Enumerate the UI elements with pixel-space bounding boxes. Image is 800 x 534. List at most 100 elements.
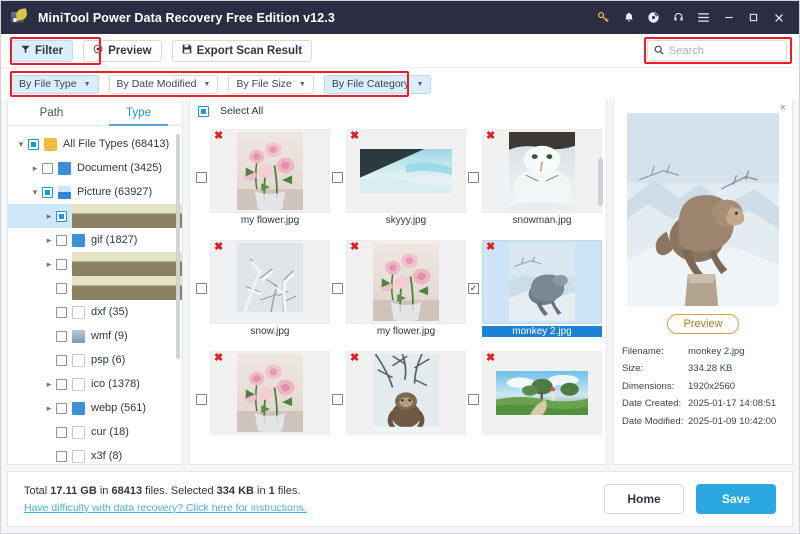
- tree-node[interactable]: dxf (35): [8, 300, 182, 324]
- chevron-right-icon[interactable]: [42, 211, 56, 222]
- tree-node-checkbox[interactable]: [56, 210, 67, 222]
- tree-node-checkbox[interactable]: [28, 138, 39, 150]
- chevron-down-icon[interactable]: [14, 139, 28, 150]
- tree-node[interactable]: jpg (11628): [8, 204, 182, 228]
- file-thumbnail[interactable]: ✖: [346, 351, 466, 435]
- filter-button[interactable]: Filter: [11, 39, 74, 62]
- select-all-checkbox[interactable]: [198, 105, 209, 117]
- file-grid-item[interactable]: ✖: [466, 344, 602, 455]
- tree-node[interactable]: png (48017): [8, 252, 182, 276]
- metadata-row: Dimensions: 1920x2560: [622, 381, 784, 392]
- minimize-button[interactable]: [716, 5, 741, 30]
- file-grid-item[interactable]: ✓ ✖ monkey 2.jpg: [466, 233, 602, 344]
- file-name-label: my flower.jpg: [376, 326, 436, 337]
- tree-scrollbar[interactable]: [176, 134, 180, 359]
- tree-node-checkbox[interactable]: [56, 234, 67, 246]
- preview-open-button[interactable]: Preview: [667, 314, 739, 334]
- export-scan-result-button[interactable]: Export Scan Result: [171, 39, 313, 62]
- file-grid-item[interactable]: ✖ snowman.jpg: [466, 122, 602, 233]
- file-name-label: monkey 2.jpg: [482, 326, 602, 337]
- file-item-checkbox[interactable]: [196, 283, 207, 294]
- tree-node-checkbox[interactable]: [56, 402, 67, 414]
- search-box[interactable]: [647, 40, 787, 61]
- tree-node-checkbox[interactable]: [42, 162, 53, 174]
- chevron-right-icon[interactable]: [42, 379, 56, 390]
- tree-node[interactable]: wmf (9): [8, 324, 182, 348]
- chip-by-date-modified[interactable]: By Date Modified ▼: [108, 74, 219, 94]
- select-all-row[interactable]: Select All: [190, 100, 606, 122]
- grid-scrollbar[interactable]: [598, 158, 603, 206]
- tree-node-label: gif (1827): [91, 234, 138, 246]
- tree-node[interactable]: psp (6): [8, 348, 182, 372]
- file-grid-item[interactable]: ✖ snow.jpg: [194, 233, 330, 344]
- chevron-right-icon[interactable]: [42, 403, 56, 414]
- close-icon[interactable]: ×: [780, 103, 786, 114]
- file-item-checkbox[interactable]: [332, 283, 343, 294]
- tree-node-checkbox[interactable]: [56, 378, 67, 390]
- chevron-right-icon[interactable]: [42, 235, 56, 246]
- content-area: Path Type All File Types (68413) Document…: [1, 100, 799, 465]
- tree-node-checkbox[interactable]: [56, 282, 67, 294]
- chip-by-file-category[interactable]: By File Category ▼: [323, 74, 432, 94]
- file-thumbnail[interactable]: ✖: [210, 240, 330, 324]
- bell-icon[interactable]: [616, 5, 641, 30]
- search-input[interactable]: [669, 44, 780, 57]
- preview-button[interactable]: Preview: [83, 39, 162, 62]
- file-thumbnail[interactable]: ✖: [482, 129, 602, 213]
- file-grid-item[interactable]: ✖ my flower.jpg: [194, 122, 330, 233]
- tab-path[interactable]: Path: [8, 100, 95, 125]
- export-button-label: Export Scan Result: [196, 44, 303, 57]
- tree-node-checkbox[interactable]: [56, 258, 67, 270]
- file-type-tree[interactable]: All File Types (68413) Document (3425) Pic…: [8, 126, 182, 464]
- tree-node-checkbox[interactable]: [56, 330, 67, 342]
- filter-button-label: Filter: [35, 44, 64, 57]
- tree-node[interactable]: x3f (8): [8, 444, 182, 464]
- headset-icon[interactable]: [666, 5, 691, 30]
- home-button[interactable]: Home: [604, 484, 684, 514]
- file-item-checkbox[interactable]: [468, 172, 479, 183]
- file-grid-item[interactable]: ✖ skyyy.jpg: [330, 122, 466, 233]
- tree-node[interactable]: All File Types (68413): [8, 132, 182, 156]
- tree-node[interactable]: webp (561): [8, 396, 182, 420]
- tree-node-checkbox[interactable]: [42, 186, 53, 198]
- tree-node-checkbox[interactable]: [56, 354, 67, 366]
- file-item-checkbox[interactable]: [332, 172, 343, 183]
- key-icon[interactable]: [591, 5, 616, 30]
- file-thumbnail[interactable]: ✖: [346, 240, 466, 324]
- chip-by-file-size[interactable]: By File Size ▼: [228, 74, 314, 94]
- file-thumbnail[interactable]: ✖: [346, 129, 466, 213]
- tree-node[interactable]: ico (1378): [8, 372, 182, 396]
- file-thumbnail[interactable]: ✖: [210, 351, 330, 435]
- tree-node[interactable]: Picture (63927): [8, 180, 182, 204]
- file-thumbnail[interactable]: ✖: [482, 240, 602, 324]
- chevron-down-icon[interactable]: [28, 187, 42, 198]
- file-item-checkbox[interactable]: [468, 394, 479, 405]
- file-grid-item[interactable]: ✖ my flower.jpg: [330, 233, 466, 344]
- maximize-button[interactable]: [741, 5, 766, 30]
- file-grid-item[interactable]: ✖: [194, 344, 330, 455]
- plain-file-icon: [72, 425, 85, 439]
- tree-node[interactable]: bmp (337): [8, 276, 182, 300]
- file-item-checkbox[interactable]: [196, 172, 207, 183]
- tree-node[interactable]: Document (3425): [8, 156, 182, 180]
- file-item-checkbox[interactable]: [332, 394, 343, 405]
- file-item-checkbox[interactable]: [196, 394, 207, 405]
- chevron-right-icon[interactable]: [28, 163, 42, 174]
- file-thumbnail[interactable]: ✖: [482, 351, 602, 435]
- file-grid-item[interactable]: ✖: [330, 344, 466, 455]
- chip-by-file-type[interactable]: By File Type ▼: [11, 74, 99, 94]
- disc-icon[interactable]: [641, 5, 666, 30]
- chevron-right-icon[interactable]: [42, 259, 56, 270]
- file-item-checkbox[interactable]: ✓: [468, 283, 479, 294]
- tree-node[interactable]: gif (1827): [8, 228, 182, 252]
- tree-node-checkbox[interactable]: [56, 450, 67, 462]
- tree-node-checkbox[interactable]: [56, 306, 67, 318]
- tree-node[interactable]: cur (18): [8, 420, 182, 444]
- tree-node-checkbox[interactable]: [56, 426, 67, 438]
- tab-type[interactable]: Type: [95, 100, 182, 126]
- help-link[interactable]: Have difficulty with data recovery? Clic…: [24, 502, 307, 514]
- file-thumbnail[interactable]: ✖: [210, 129, 330, 213]
- save-button[interactable]: Save: [696, 484, 776, 514]
- menu-icon[interactable]: [691, 5, 716, 30]
- close-button[interactable]: [766, 5, 791, 30]
